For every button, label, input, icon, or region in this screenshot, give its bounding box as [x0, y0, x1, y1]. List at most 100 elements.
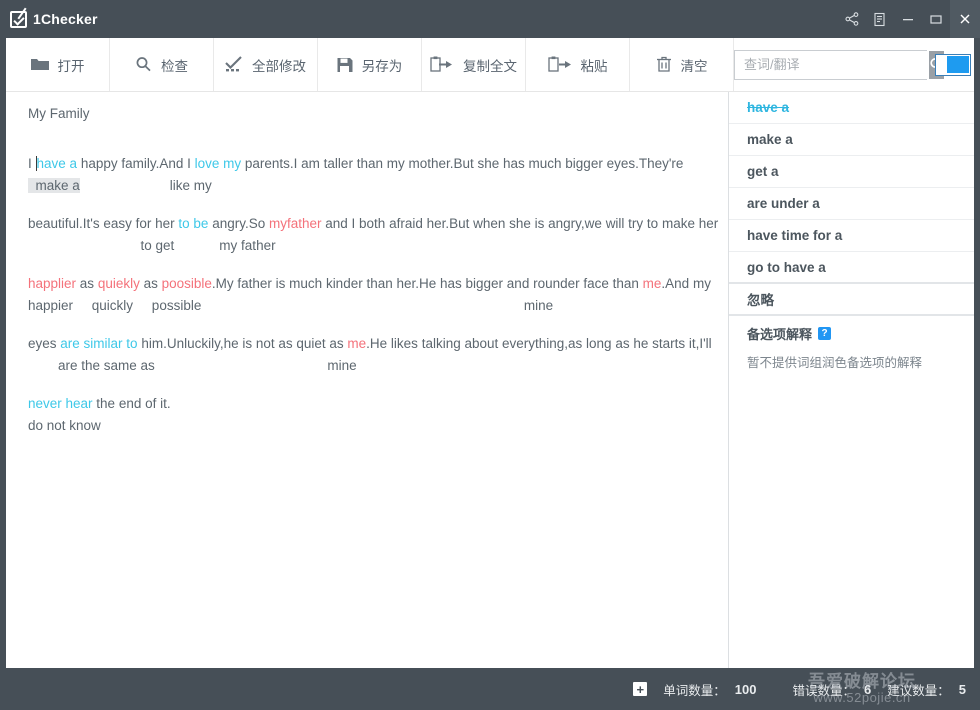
suggestion-item[interactable]: go to have a	[729, 252, 974, 284]
error-token-red[interactable]: quiekly	[98, 276, 140, 291]
plus-icon[interactable]: +	[633, 682, 647, 696]
close-icon[interactable]	[950, 0, 980, 38]
text-line: beautiful.It's easy for her to be angry.…	[28, 213, 712, 235]
text-run: .My father is much kinder than her.He ha…	[212, 276, 643, 291]
search-box[interactable]	[734, 50, 927, 80]
error-token-red[interactable]: poosible	[162, 276, 212, 291]
main-body: My Family I have a happy family.And I lo…	[6, 92, 974, 668]
paste-button-label: 粘贴	[581, 55, 608, 75]
paragraph[interactable]: happlier as quiekly as poosible.My fathe…	[28, 273, 712, 317]
copy-all-button-label: 复制全文	[463, 55, 517, 75]
error-token-red[interactable]: myfather	[269, 216, 322, 231]
suggestion-token: do not know	[28, 418, 101, 433]
text-run: parents.I am taller than my mother.But s…	[241, 156, 683, 171]
suggestion-item[interactable]: make a	[729, 124, 974, 156]
paragraph[interactable]: eyes are similar to him.Unluckily,he is …	[28, 333, 712, 377]
suggestion-line: are the same as mine	[28, 355, 712, 377]
save-as-button[interactable]: 另存为	[318, 38, 422, 91]
clipboard-paste-icon	[548, 56, 572, 73]
open-button-label: 打开	[58, 55, 85, 75]
text-run: happy family.And I	[77, 156, 195, 171]
app-title: 1Checker	[33, 11, 98, 27]
check-button[interactable]: 检查	[110, 38, 214, 91]
error-count-label: 错误数量：	[793, 680, 856, 699]
suggestion-item-original[interactable]: have a	[729, 92, 974, 124]
toolbar: 打开 检查 全部修改	[6, 38, 974, 92]
text-run: I	[28, 156, 36, 171]
correction-token-cyan[interactable]: love my	[195, 156, 242, 171]
word-count-value: 100	[735, 682, 757, 697]
text-run: eyes	[28, 336, 60, 351]
magnifier-icon	[135, 56, 152, 73]
suggestion-count-value: 5	[959, 682, 966, 697]
ignore-button[interactable]: 忽略	[729, 284, 974, 316]
suggestion-token: like my	[80, 178, 212, 193]
text-run: him.Unluckily,he is not as quiet as	[138, 336, 348, 351]
paragraph[interactable]: never hear the end of it. do not know	[28, 393, 712, 437]
translate-toggle[interactable]	[935, 54, 971, 76]
copy-all-button[interactable]: 复制全文	[422, 38, 526, 91]
suggestion-token: happier quickly possible mine	[28, 298, 553, 313]
error-token-red[interactable]: me	[643, 276, 662, 291]
search-area	[734, 38, 977, 91]
error-count-value: 6	[864, 682, 871, 697]
text-run: angry.So	[208, 216, 269, 231]
error-token-red[interactable]: happlier	[28, 276, 76, 291]
explanation-header: 备选项解释 ?	[729, 316, 974, 350]
suggestion-item[interactable]: have time for a	[729, 220, 974, 252]
check-all-icon	[225, 56, 243, 73]
text-run: beautiful.It's easy for her	[28, 216, 178, 231]
correction-token-cyan[interactable]: have a	[36, 156, 78, 171]
paragraph[interactable]: I have a happy family.And I love my pare…	[28, 153, 712, 197]
text-run: the end of it.	[93, 396, 171, 411]
status-bar: + 单词数量： 100 错误数量： 6 建议数量： 5 吾爱破解论坛 www.5…	[0, 668, 980, 710]
error-token-red[interactable]: me	[347, 336, 366, 351]
fix-all-button[interactable]: 全部修改	[214, 38, 318, 91]
toggle-knob	[937, 56, 947, 73]
suggestion-line: do not know	[28, 415, 712, 437]
text-line: never hear the end of it.	[28, 393, 712, 415]
suggestion-line: to get my father	[28, 235, 712, 257]
text-run: .And my	[661, 276, 711, 291]
suggestion-item[interactable]: get a	[729, 156, 974, 188]
search-input[interactable]	[735, 51, 929, 79]
clear-button-label: 清空	[681, 55, 708, 75]
document-title: My Family	[28, 106, 712, 121]
text-editor[interactable]: My Family I have a happy family.And I lo…	[6, 92, 729, 668]
floppy-save-icon	[337, 57, 353, 73]
app-brand: 1Checker	[10, 11, 98, 28]
suggestion-item[interactable]: are under a	[729, 188, 974, 220]
text-run: .He likes talking about everything,as lo…	[366, 336, 712, 351]
correction-token-cyan[interactable]: to be	[178, 216, 208, 231]
text-run: as	[140, 276, 162, 291]
toggle-fill	[947, 56, 969, 73]
suggestion-count-stat: 建议数量： 5	[887, 680, 966, 699]
checkbox-check-icon	[10, 11, 27, 28]
app-window: 1Checker	[0, 0, 980, 710]
minimize-icon[interactable]	[894, 0, 922, 38]
share-icon[interactable]	[838, 0, 866, 38]
text-run: as	[76, 276, 98, 291]
text-line: happlier as quiekly as poosible.My fathe…	[28, 273, 712, 295]
open-button[interactable]: 打开	[6, 38, 110, 91]
clipboard-copy-icon	[430, 56, 454, 73]
window-controls	[838, 0, 980, 38]
question-mark-icon[interactable]: ?	[818, 327, 831, 340]
feedback-note-icon[interactable]	[866, 0, 894, 38]
paragraph[interactable]: beautiful.It's easy for her to be angry.…	[28, 213, 712, 257]
trash-icon	[656, 56, 672, 73]
maximize-icon[interactable]	[922, 0, 950, 38]
correction-token-cyan[interactable]: never hear	[28, 396, 93, 411]
paste-button[interactable]: 粘贴	[526, 38, 630, 91]
correction-token-cyan[interactable]: are similar to	[60, 336, 137, 351]
folder-open-icon	[31, 57, 49, 72]
clear-button[interactable]: 清空	[630, 38, 734, 91]
suggestion-count-label: 建议数量：	[887, 680, 950, 699]
suggestion-token: to get my father	[28, 238, 276, 253]
error-count-stat: 错误数量： 6	[793, 680, 872, 699]
suggestion-token: make a	[28, 178, 80, 193]
explanation-title: 备选项解释	[747, 324, 812, 343]
suggestion-line: happier quickly possible mine	[28, 295, 712, 317]
text-line: eyes are similar to him.Unluckily,he is …	[28, 333, 712, 355]
suggestion-token: are the same as mine	[28, 358, 357, 373]
